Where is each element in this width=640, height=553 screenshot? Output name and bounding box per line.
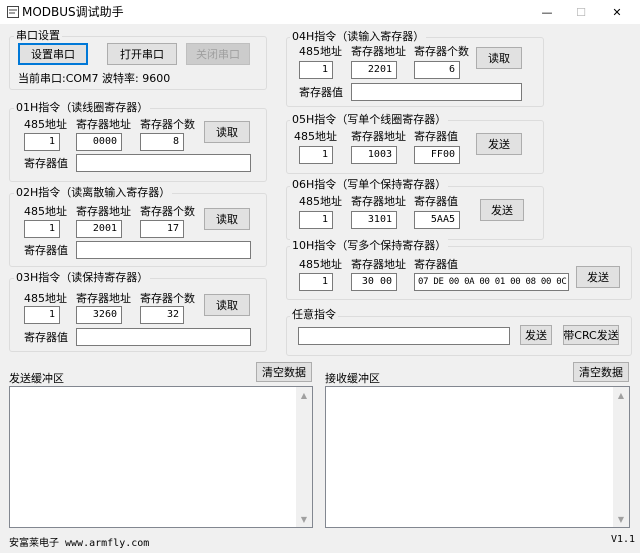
f04-value-input[interactable] [351, 83, 522, 101]
f02-count-label: 寄存器个数 [140, 205, 195, 218]
f05-regaddr-input[interactable]: 1003 [351, 146, 397, 164]
recv-buffer-label: 接收缓冲区 [325, 372, 380, 385]
send-buffer-label: 发送缓冲区 [9, 372, 64, 385]
recv-buffer-scrollbar[interactable]: ▲ ▼ [613, 387, 629, 527]
send-buffer-textarea[interactable]: ▲ ▼ [9, 386, 313, 528]
f03-count-input[interactable]: 32 [140, 306, 184, 324]
serial-status: 当前串口:COM7 波特率: 9600 [18, 72, 171, 85]
f10-title: 10H指令（写多个保持寄存器） [290, 239, 449, 252]
f05-addr-input[interactable]: 1 [299, 146, 333, 164]
f03-title: 03H指令（读保持寄存器） [14, 271, 151, 284]
f03-read-button[interactable]: 读取 [204, 294, 250, 316]
f10-value-label: 寄存器值 [414, 258, 458, 271]
any-send-crc-button[interactable]: 带CRC发送 [563, 325, 619, 345]
f03-regaddr-label: 寄存器地址 [76, 292, 131, 305]
app-icon [7, 6, 19, 18]
title-bar: MODBUS调试助手 — ☐ ✕ [0, 0, 640, 24]
f04-count-input[interactable]: 6 [414, 61, 460, 79]
recv-buffer-textarea[interactable]: ▲ ▼ [325, 386, 630, 528]
f03-addr-label: 485地址 [24, 292, 67, 305]
f03-count-label: 寄存器个数 [140, 292, 195, 305]
footer-version: V1.1 [611, 534, 636, 545]
f04-addr-input[interactable]: 1 [299, 61, 333, 79]
f06-regaddr-label: 寄存器地址 [351, 195, 406, 208]
any-cmd-input[interactable] [298, 327, 510, 345]
f10-regaddr-label: 寄存器地址 [351, 258, 406, 271]
scroll-up-icon[interactable]: ▲ [296, 387, 312, 403]
f10-addr-input[interactable]: 1 [299, 273, 333, 291]
f01-count-label: 寄存器个数 [140, 118, 195, 131]
f04-title: 04H指令（读输入寄存器） [290, 30, 427, 43]
scroll-down-icon[interactable]: ▼ [296, 511, 312, 527]
f05-regaddr-label: 寄存器地址 [351, 130, 406, 143]
f01-regaddr-input[interactable]: 0000 [76, 133, 122, 151]
f06-addr-label: 485地址 [299, 195, 342, 208]
close-icon[interactable]: ✕ [600, 0, 634, 24]
clear-send-button[interactable]: 清空数据 [256, 362, 312, 382]
minimize-icon[interactable]: — [530, 0, 564, 24]
f02-count-input[interactable]: 17 [140, 220, 184, 238]
f10-addr-label: 485地址 [299, 258, 342, 271]
maximize-icon[interactable]: ☐ [564, 0, 598, 24]
f10-regaddr-input[interactable]: 30 00 [351, 273, 397, 291]
f10-send-button[interactable]: 发送 [576, 266, 620, 288]
f02-read-button[interactable]: 读取 [204, 208, 250, 230]
f06-title: 06H指令（写单个保持寄存器） [290, 178, 449, 191]
f01-regaddr-label: 寄存器地址 [76, 118, 131, 131]
f02-regaddr-label: 寄存器地址 [76, 205, 131, 218]
f05-value-input[interactable]: FF00 [414, 146, 460, 164]
f03-value-input[interactable] [76, 328, 251, 346]
f01-value-input[interactable] [76, 154, 251, 172]
f06-value-input[interactable]: 5AA5 [414, 211, 460, 229]
f02-addr-input[interactable]: 1 [24, 220, 60, 238]
f03-value-label: 寄存器值 [24, 331, 68, 344]
f04-regaddr-input[interactable]: 2201 [351, 61, 397, 79]
window-title: MODBUS调试助手 [22, 5, 124, 19]
f05-title: 05H指令（写单个线圈寄存器） [290, 113, 449, 126]
f04-regaddr-label: 寄存器地址 [351, 45, 406, 58]
f01-addr-label: 485地址 [24, 118, 67, 131]
f05-send-button[interactable]: 发送 [476, 133, 522, 155]
f06-addr-input[interactable]: 1 [299, 211, 333, 229]
f01-value-label: 寄存器值 [24, 157, 68, 170]
close-serial-button[interactable]: 关闭串口 [186, 43, 250, 65]
f02-addr-label: 485地址 [24, 205, 67, 218]
clear-recv-button[interactable]: 清空数据 [573, 362, 629, 382]
scroll-down-icon[interactable]: ▼ [613, 511, 629, 527]
f03-regaddr-input[interactable]: 3260 [76, 306, 122, 324]
f03-addr-input[interactable]: 1 [24, 306, 60, 324]
f01-title: 01H指令（读线圈寄存器） [14, 101, 151, 114]
f02-title: 02H指令（读离散输入寄存器） [14, 186, 173, 199]
f06-regaddr-input[interactable]: 3101 [351, 211, 397, 229]
open-serial-button[interactable]: 打开串口 [107, 43, 177, 65]
f04-read-button[interactable]: 读取 [476, 47, 522, 69]
footer-company: 安富莱电子 www.armfly.com [9, 538, 150, 549]
any-send-button[interactable]: 发送 [520, 325, 552, 345]
f10-value-input[interactable]: 07 DE 00 0A 00 01 00 08 00 0C 00 [414, 273, 569, 291]
f02-value-label: 寄存器值 [24, 244, 68, 257]
f04-value-label: 寄存器值 [299, 86, 343, 99]
setup-serial-button[interactable]: 设置串口 [18, 43, 88, 65]
send-buffer-scrollbar[interactable]: ▲ ▼ [296, 387, 312, 527]
f06-value-label: 寄存器值 [414, 195, 458, 208]
f06-send-button[interactable]: 发送 [480, 199, 524, 221]
any-cmd-title: 任意指令 [290, 308, 338, 321]
f04-addr-label: 485地址 [299, 45, 342, 58]
f05-addr-label: 485地址 [294, 130, 337, 143]
f01-count-input[interactable]: 8 [140, 133, 184, 151]
f02-regaddr-input[interactable]: 2001 [76, 220, 122, 238]
scroll-up-icon[interactable]: ▲ [613, 387, 629, 403]
f05-value-label: 寄存器值 [414, 130, 458, 143]
f01-addr-input[interactable]: 1 [24, 133, 60, 151]
f01-read-button[interactable]: 读取 [204, 121, 250, 143]
f02-value-input[interactable] [76, 241, 251, 259]
serial-settings-title: 串口设置 [14, 29, 62, 42]
f04-count-label: 寄存器个数 [414, 45, 469, 58]
